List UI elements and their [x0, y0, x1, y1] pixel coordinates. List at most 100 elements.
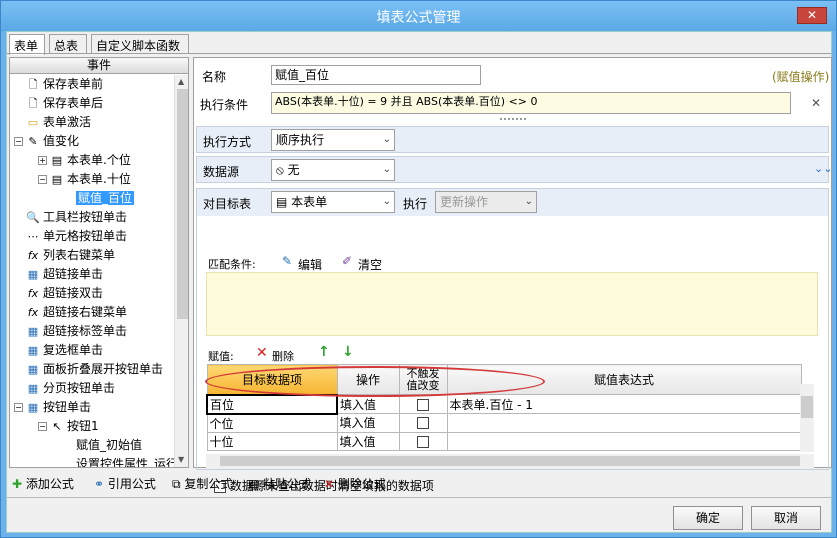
ref-formula-button[interactable]: ⚭ 引用公式 [94, 475, 156, 492]
tree-item-after-save[interactable]: 🗋 保存表单后 [26, 94, 103, 113]
grid-vscroll[interactable] [800, 384, 814, 452]
window-title: 填表公式管理 [376, 10, 461, 26]
exec-operation-select[interactable]: 更新操作 ⌄ [435, 191, 537, 213]
tree-item-button-click[interactable]: − ▦ 按钮单击 [14, 398, 91, 417]
expr-cell[interactable] [446, 413, 802, 433]
tree-item-label: 赋值_初始值 [76, 438, 143, 452]
collapse-icon[interactable]: − [14, 137, 23, 146]
dialog-window: 填表公式管理 ✕ 表单 总表 自定义脚本函数 事件 🗋 保存表单前 🗋 保存表单后 … [0, 0, 837, 538]
nochange-cell[interactable] [398, 394, 448, 414]
grid-hscroll[interactable] [206, 454, 814, 468]
target-cell[interactable]: 十位 [206, 431, 338, 451]
save-doc-icon: 🗋 [28, 77, 38, 91]
exec-mode-section: 执行方式 顺序执行 ⌄ [196, 126, 829, 153]
tree-item-label: 按钮1 [67, 419, 99, 433]
datasource-select[interactable]: ⦸ 无 ⌄ [271, 159, 395, 181]
expr-cell[interactable] [446, 431, 802, 451]
tree-item-label: 本表单.个位 [67, 153, 131, 167]
nochange-checkbox[interactable] [417, 435, 429, 448]
target-table-select[interactable]: ▤ 本表单 ⌄ [271, 191, 395, 213]
highlight-annotation [205, 366, 545, 397]
splitter-handle[interactable] [500, 118, 526, 120]
tree-item-link-tag[interactable]: ▦ 超链接标签单击 [26, 322, 127, 341]
tree-item-link-dblclick[interactable]: fx 超链接双击 [26, 284, 103, 303]
expr-cell[interactable]: 本表单.百位 - 1 [446, 394, 802, 414]
tree-item-panel-collapse[interactable]: ▦ 面板折叠展开按钮单击 [26, 360, 163, 379]
grid-hscroll-thumb[interactable] [220, 456, 800, 466]
tree-item-link-context[interactable]: fx 超链接右键菜单 [26, 303, 127, 322]
add-formula-button[interactable]: ✚ 添加公式 [12, 475, 74, 492]
op-cell[interactable]: 填入值 [336, 394, 400, 414]
delete-icon[interactable]: ✕ [256, 345, 268, 361]
magic-wand-icon[interactable]: ✕ [811, 96, 821, 110]
tab-summary[interactable]: 总表 [49, 34, 87, 54]
condition-input[interactable]: ABS(本表单.十位) = 9 并且 ABS(本表单.百位) <> 0 [271, 92, 791, 114]
tree-item-assign-init[interactable]: 赋值_初始值 [76, 436, 142, 455]
copy-formula-button[interactable]: ⧉ 复制公式 [172, 475, 232, 492]
target-table-header: 对目标表 ▤ 本表单 ⌄ 执行 更新操作 ⌄ [197, 189, 828, 216]
tree-item-set-control[interactable]: 设置控件属性_运行 [76, 455, 179, 468]
expand-icon[interactable]: + [38, 156, 47, 165]
close-button[interactable]: ✕ [797, 7, 827, 24]
tree-scrollbar[interactable]: ▲ ▼ [174, 75, 188, 467]
ok-button[interactable]: 确定 [673, 506, 743, 530]
table-row[interactable]: 个位 填入值 [206, 413, 802, 433]
tree-item-assign-hundreds[interactable]: 赋值_百位 [76, 189, 135, 208]
tree-item-toolbar-click[interactable]: 🔍 工具栏按钮单击 [26, 208, 127, 227]
tree-item-cell-button[interactable]: ⋯ 单元格按钮单击 [26, 227, 128, 246]
op-cell[interactable]: 填入值 [336, 413, 400, 433]
tree-item-label: 保存表单前 [43, 77, 104, 91]
scroll-up-icon[interactable]: ▲ [178, 77, 184, 86]
delete-formula-button[interactable]: ✕ 删除公式 [324, 475, 386, 492]
move-up-icon[interactable]: ↑ [318, 344, 330, 360]
clear-link[interactable]: 清空 [358, 256, 382, 273]
tree-item-label: 设置控件属性_运行 [76, 457, 179, 468]
target-cell[interactable]: 个位 [206, 413, 338, 433]
scroll-down-icon[interactable]: ▼ [178, 455, 184, 464]
tree-item-before-save[interactable]: 🗋 保存表单前 [26, 75, 103, 94]
grid-vscroll-thumb[interactable] [801, 396, 813, 418]
tree-item-link-click[interactable]: ▦ 超链接单击 [26, 265, 103, 284]
datasource-section: 数据源 ⦸ 无 ⌄ ⌄⌄ [196, 156, 832, 183]
tree-item-form-activate[interactable]: ▭ 表单激活 [26, 113, 91, 132]
paste-formula-button[interactable]: ▦ 粘贴公式 [248, 475, 311, 492]
tree-item-value-change[interactable]: − ✎ 值变化 [14, 132, 79, 151]
collapse-icon[interactable]: − [38, 422, 47, 431]
move-down-icon[interactable]: ↓ [342, 344, 354, 360]
tree-item-ones[interactable]: + ▤ 本表单.个位 [38, 151, 131, 170]
collapse-icon[interactable]: − [14, 403, 23, 412]
op-cell[interactable]: 填入值 [336, 431, 400, 451]
collapse-icon[interactable]: − [38, 175, 47, 184]
clear-icon[interactable]: ✐ [342, 254, 352, 268]
tree-item-button1[interactable]: − ↖ 按钮1 [38, 417, 99, 436]
tree-item-list-context[interactable]: fx 列表右键菜单 [26, 246, 115, 265]
scroll-thumb[interactable] [177, 89, 188, 319]
datasource-label: 数据源 [203, 165, 240, 179]
edit-link[interactable]: 编辑 [298, 256, 322, 273]
nochange-cell[interactable] [398, 413, 448, 433]
match-condition-area[interactable] [206, 272, 818, 336]
chevron-down-icon: ⌄ [382, 196, 391, 207]
grid-icon: ▦ [27, 362, 39, 376]
exec-mode-select[interactable]: 顺序执行 ⌄ [271, 129, 395, 151]
nochange-checkbox[interactable] [417, 398, 429, 411]
nochange-checkbox[interactable] [417, 417, 429, 430]
tab-custom-script[interactable]: 自定义脚本函数 [91, 34, 189, 54]
cancel-button[interactable]: 取消 [751, 506, 821, 530]
nochange-cell[interactable] [398, 431, 448, 451]
table-row[interactable]: 十位 填入值 [206, 431, 802, 451]
paste-icon: ▦ [248, 477, 260, 491]
edit-icon[interactable]: ✎ [282, 254, 292, 268]
tree-item-label: 分页按钮单击 [43, 381, 116, 395]
target-cell[interactable]: 百位 [206, 393, 338, 415]
expand-section-icon[interactable]: ⌄⌄ [814, 162, 832, 175]
tree-item-page-button[interactable]: ▦ 分页按钮单击 [26, 379, 115, 398]
tab-form[interactable]: 表单 [9, 34, 45, 55]
tree-item-checkbox-click[interactable]: ▦ 复选框单击 [26, 341, 103, 360]
table-row[interactable]: 百位 填入值 本表单.百位 - 1 [206, 393, 802, 415]
match-condition-label: 匹配条件: [208, 258, 256, 271]
name-input[interactable]: 赋值_百位 [271, 65, 481, 85]
delete-row-button[interactable]: 删除 [272, 348, 294, 364]
table-icon: ▤ [276, 195, 292, 209]
tree-item-tens[interactable]: − ▤ 本表单.十位 [38, 170, 131, 189]
